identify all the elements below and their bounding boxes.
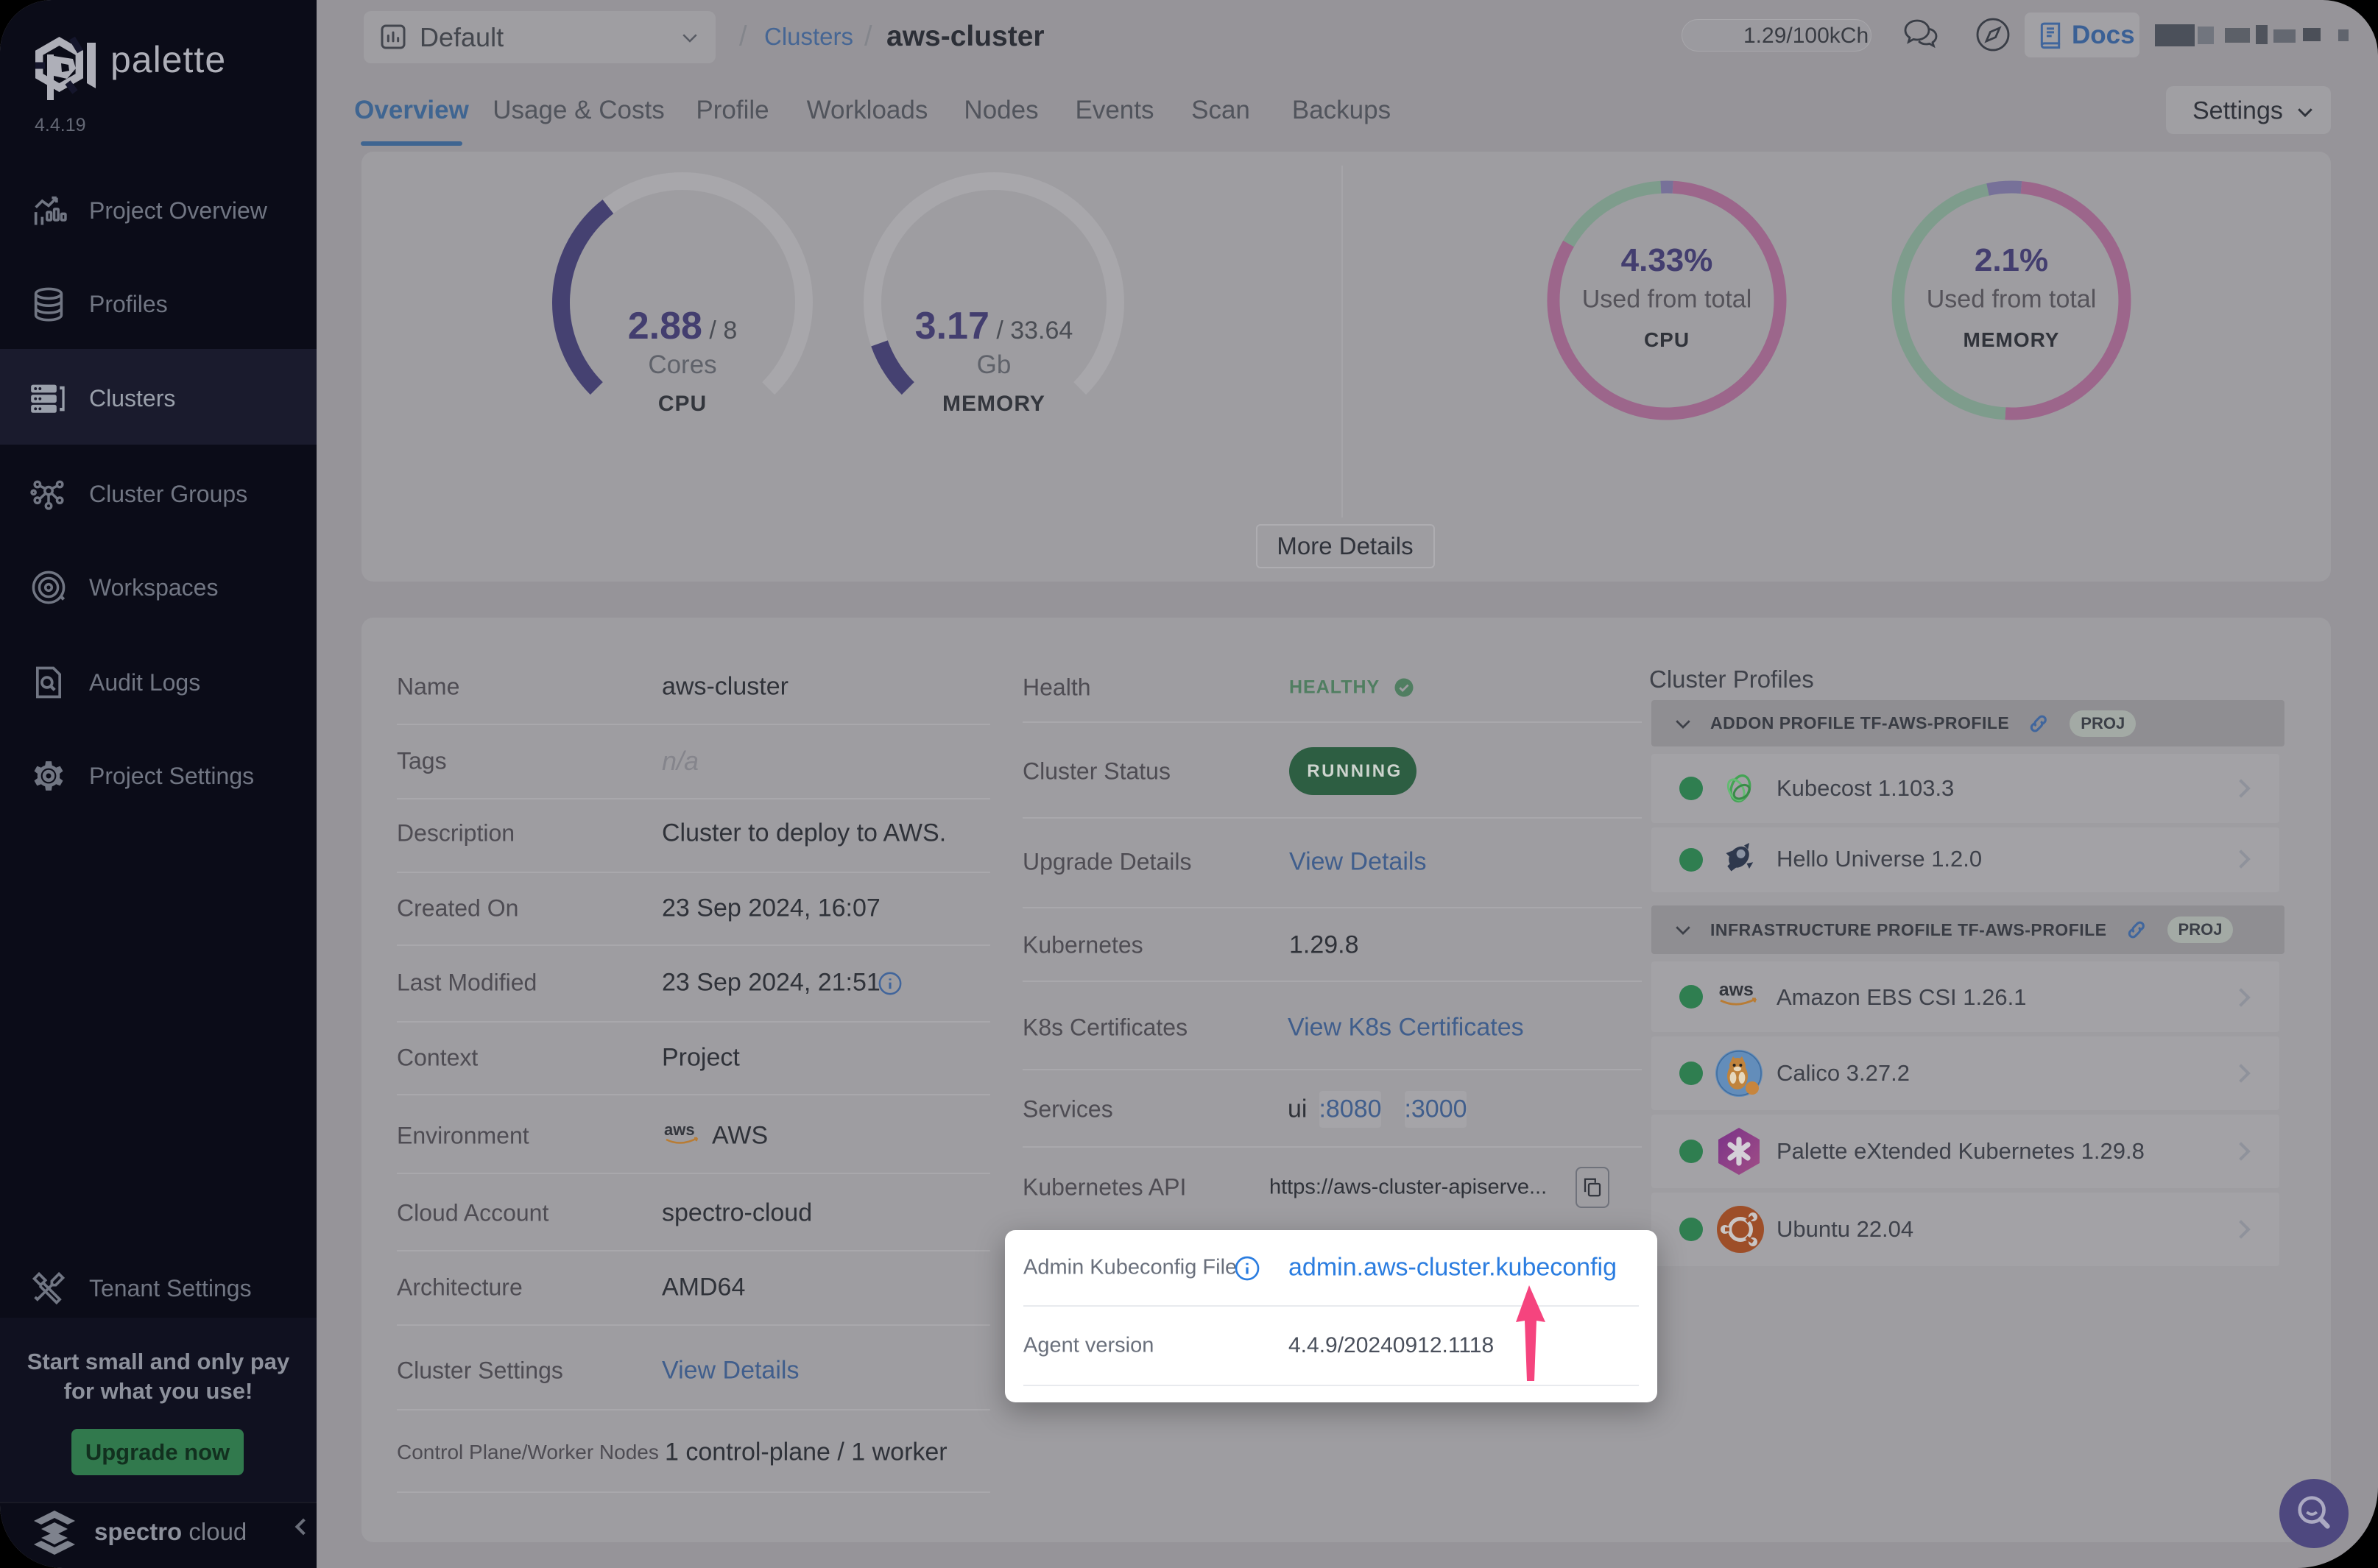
svg-text:aws: aws: [1719, 979, 1754, 1000]
svg-text:aws: aws: [664, 1120, 695, 1139]
